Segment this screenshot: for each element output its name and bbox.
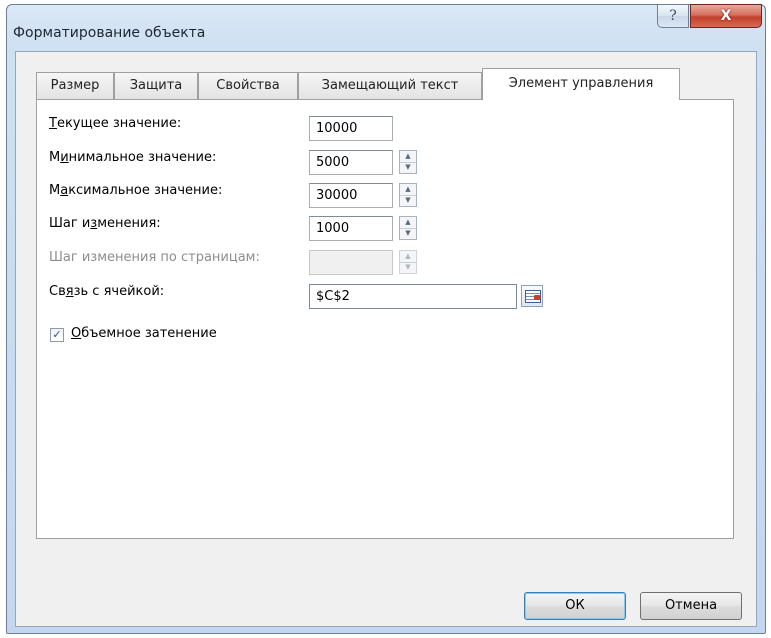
dialog-title: Форматирование объекта	[13, 25, 206, 41]
step-spinner[interactable]: ▲ ▼	[399, 216, 417, 240]
max-value-spinner[interactable]: ▲ ▼	[399, 183, 417, 207]
control-tab-panel: Текущее значение: 10000 Минимальное знач…	[36, 99, 734, 539]
step-input[interactable]: 1000	[309, 216, 393, 241]
spinner-down-icon[interactable]: ▼	[400, 228, 416, 239]
cancel-button[interactable]: Отмена	[640, 592, 742, 620]
cell-reference-button[interactable]	[521, 285, 543, 307]
spinner-down-icon[interactable]: ▼	[400, 195, 416, 206]
tab-protection[interactable]: Защита	[114, 72, 198, 99]
min-value-label: Минимальное значение:	[49, 150, 217, 165]
max-value-label: Максимальное значение:	[49, 183, 223, 198]
tab-control[interactable]: Элемент управления	[482, 68, 680, 100]
tab-alt-text[interactable]: Замещающий текст	[298, 72, 482, 99]
current-value-input[interactable]: 10000	[309, 116, 393, 141]
tab-size[interactable]: Размер	[36, 72, 114, 99]
title-bar[interactable]: Форматирование объекта ? X	[7, 4, 765, 51]
cell-link-input[interactable]: $C$2	[309, 284, 517, 309]
spinner-down-icon[interactable]: ▼	[400, 162, 416, 173]
ok-button[interactable]: ОК	[524, 592, 626, 620]
spinner-down-icon: ▼	[405, 263, 411, 271]
page-step-spinner: ▲ ▼	[399, 250, 417, 274]
tab-properties[interactable]: Свойства	[198, 72, 298, 99]
step-label: Шаг изменения:	[49, 216, 161, 231]
max-value-input[interactable]: 30000	[309, 183, 393, 208]
format-object-dialog: Форматирование объекта ? X Размер Защита…	[6, 4, 766, 634]
3d-shading-checkbox[interactable]: ✓	[50, 328, 64, 342]
min-value-spinner[interactable]: ▲ ▼	[399, 150, 417, 174]
dialog-body: Размер Защита Свойства Замещающий текст …	[15, 51, 757, 627]
help-button[interactable]: ?	[657, 4, 689, 28]
min-value-input[interactable]: 5000	[309, 150, 393, 175]
cell-link-label: Связь с ячейкой:	[49, 284, 165, 299]
page-step-input	[309, 250, 393, 275]
3d-shading-label[interactable]: Объемное затенение	[71, 326, 217, 341]
page-step-label: Шаг изменения по страницам:	[49, 250, 260, 265]
current-value-label: Текущее значение:	[49, 116, 182, 131]
close-button[interactable]: X	[690, 4, 762, 28]
